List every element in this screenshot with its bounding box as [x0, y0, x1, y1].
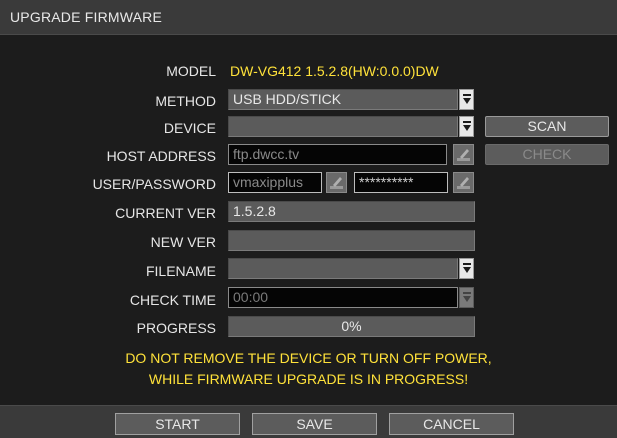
- dropdown-bar-icon: [463, 292, 471, 294]
- method-dropdown-button[interactable]: [459, 89, 474, 110]
- footer-bar: START SAVE CANCEL: [0, 405, 617, 438]
- title-bar: UPGRADE FIRMWARE: [0, 0, 617, 35]
- pencil-edit-icon: [457, 177, 470, 189]
- password-field[interactable]: **********: [354, 172, 448, 193]
- model-label: MODEL: [166, 63, 216, 79]
- upgrade-firmware-dialog: UPGRADE FIRMWARE MODEL DW-VG412 1.5.2.8(…: [0, 0, 617, 438]
- check-button[interactable]: CHECK: [485, 144, 609, 165]
- dialog-title: UPGRADE FIRMWARE: [10, 9, 163, 25]
- dropdown-arrow-icon: [463, 98, 471, 104]
- method-label: METHOD: [155, 93, 216, 109]
- model-value: DW-VG412 1.5.2.8(HW:0.0.0)DW: [230, 63, 439, 79]
- dropdown-arrow-icon: [463, 296, 471, 302]
- dropdown-bar-icon: [463, 94, 471, 96]
- new-ver-label: NEW VER: [150, 234, 216, 250]
- method-select[interactable]: USB HDD/STICK: [228, 89, 458, 110]
- host-address-field[interactable]: ftp.dwcc.tv: [228, 144, 447, 165]
- save-button[interactable]: SAVE: [252, 413, 377, 435]
- progress-value: 0%: [341, 318, 362, 334]
- check-time-label: CHECK TIME: [129, 292, 216, 308]
- device-label: DEVICE: [163, 120, 216, 136]
- check-time-dropdown-button[interactable]: [459, 287, 474, 308]
- device-select[interactable]: [228, 116, 458, 137]
- current-ver-label: CURRENT VER: [115, 205, 216, 221]
- scan-button[interactable]: SCAN: [485, 116, 609, 137]
- host-address-edit-button[interactable]: [453, 144, 474, 165]
- password-edit-button[interactable]: [453, 172, 474, 193]
- dropdown-bar-icon: [463, 121, 471, 123]
- warning-line-2: WHILE FIRMWARE UPGRADE IS IN PROGRESS!: [148, 371, 469, 387]
- warning-line-1: DO NOT REMOVE THE DEVICE OR TURN OFF POW…: [125, 350, 492, 366]
- dropdown-arrow-icon: [463, 125, 471, 131]
- check-time-field[interactable]: 00:00: [228, 287, 458, 308]
- filename-dropdown-button[interactable]: [459, 258, 474, 279]
- username-field[interactable]: vmaxipplus: [228, 172, 322, 193]
- filename-select[interactable]: [228, 258, 458, 279]
- host-address-label: HOST ADDRESS: [106, 148, 216, 164]
- new-ver-field: [228, 230, 475, 251]
- dropdown-arrow-icon: [463, 267, 471, 273]
- pencil-edit-icon: [457, 149, 470, 161]
- device-dropdown-button[interactable]: [459, 116, 474, 137]
- start-button[interactable]: START: [115, 413, 240, 435]
- filename-label: FILENAME: [145, 263, 216, 279]
- progress-bar: 0%: [228, 316, 475, 337]
- cancel-button[interactable]: CANCEL: [389, 413, 514, 435]
- user-password-label: USER/PASSWORD: [92, 176, 216, 192]
- pencil-edit-icon: [330, 177, 343, 189]
- progress-label: PROGRESS: [136, 320, 216, 336]
- current-ver-field: 1.5.2.8: [228, 201, 475, 222]
- dropdown-bar-icon: [463, 263, 471, 265]
- username-edit-button[interactable]: [326, 172, 347, 193]
